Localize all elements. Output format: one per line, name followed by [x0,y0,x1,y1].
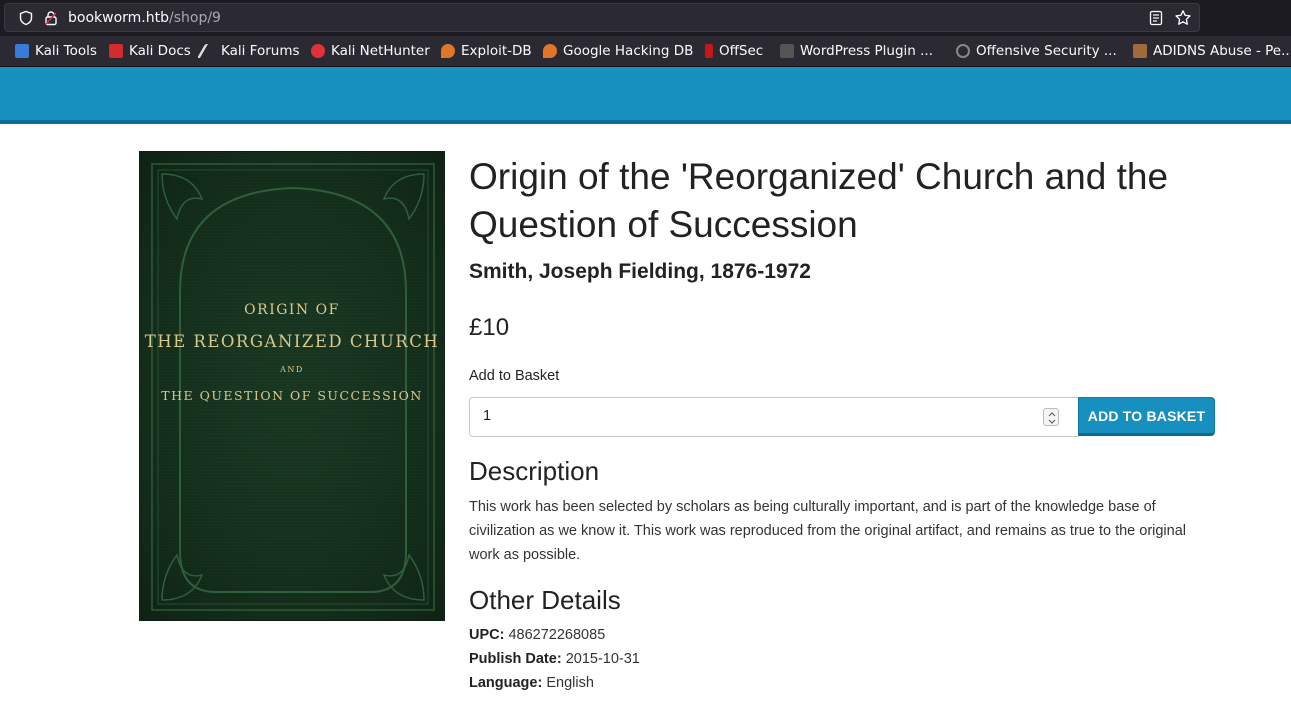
wordpress-icon [780,44,794,58]
bookmark-kali-tools[interactable]: Kali Tools [15,42,97,60]
upc-label: UPC: [469,627,505,643]
site-header [0,67,1291,124]
browser-toolbar: bookworm.htb/shop/9 [0,0,1291,36]
shield-icon[interactable] [18,10,34,26]
cover-line-2: THE REORGANIZED CHURCH [144,332,440,351]
bookmark-kali-forums[interactable]: Kali Forums [196,42,300,60]
bookmark-label: Kali Tools [35,43,97,59]
bookmark-label: OffSec [719,43,764,59]
add-to-basket-button[interactable]: ADD TO BASKET [1078,397,1215,436]
bookmark-label: Offensive Security ... [976,43,1117,59]
kali-docs-icon [109,44,123,58]
exploit-db-icon [441,44,455,58]
description-heading: Description [469,456,600,486]
bookmark-kali-nethunter[interactable]: Kali NetHunter [311,42,430,60]
cover-ornament [140,152,444,620]
publish-date-label: Publish Date: [469,651,562,667]
cover-line-1: ORIGIN OF [244,302,340,318]
address-bar[interactable]: bookworm.htb/shop/9 [4,3,1200,32]
bookmark-wordpress-plugin[interactable]: WordPress Plugin ... [780,42,933,60]
adidns-icon [1133,44,1147,58]
product-price: £10 [469,314,510,341]
bookmark-label: Kali Docs [129,43,191,59]
offsec-icon [705,44,713,58]
upc-value: 486272268085 [508,627,606,643]
url-path: /shop/9 [169,10,221,26]
ghdb-icon [543,44,557,58]
bookmark-label: Google Hacking DB [563,43,694,59]
bookmark-offensive-security[interactable]: Offensive Security ... [956,42,1117,60]
quantity-stepper[interactable] [1043,408,1059,426]
detail-language: Language: English [469,675,594,691]
bookmark-google-hacking-db[interactable]: Google Hacking DB [543,42,693,60]
bookmark-label: Kali Forums [221,43,300,59]
lock-icon[interactable] [43,10,59,26]
bookmark-star-icon[interactable] [1174,9,1192,27]
kali-forums-icon [196,44,220,58]
reader-view-icon[interactable] [1148,10,1164,26]
offensive-security-icon [956,44,970,58]
bookmarks-bar: › Kali Tools Kali Docs Kali Forums Kali … [0,36,1291,67]
language-value: English [546,675,594,691]
kali-tools-icon [15,44,29,58]
url-text[interactable]: bookworm.htb/shop/9 [68,9,221,27]
bookmark-label: ADIDNS Abuse - Pe... [1153,43,1291,59]
description-text: This work has been selected by scholars … [469,499,1186,563]
detail-upc: UPC: 486272268085 [469,627,605,643]
cover-line-4: THE QUESTION OF SUCCESSION [161,388,423,403]
bookmark-label: Exploit-DB [461,43,532,59]
detail-publish-date: Publish Date: 2015-10-31 [469,651,640,667]
kali-nethunter-icon [311,44,325,58]
bookmark-offsec[interactable]: OffSec [705,42,763,60]
bookmark-label: WordPress Plugin ... [800,43,934,59]
bookmark-adidns-abuse[interactable]: ADIDNS Abuse - Pe... [1133,42,1291,60]
book-cover-image: ORIGIN OF THE REORGANIZED CHURCH AND THE… [139,151,445,621]
quantity-input[interactable]: 1 [469,397,1079,437]
bookmark-kali-docs[interactable]: Kali Docs [109,42,191,60]
cover-line-3: AND [280,365,304,374]
add-to-basket-label: Add to Basket [469,368,560,384]
bookmark-exploit-db[interactable]: Exploit-DB [441,42,532,60]
product-title: Origin of the 'Reorganized' Church and t… [469,156,1169,245]
other-details-heading: Other Details [469,585,621,615]
product-author: Smith, Joseph Fielding, 1876-1972 [469,260,811,283]
url-host: bookworm.htb [68,10,169,26]
quantity-value: 1 [483,408,492,424]
publish-date-value: 2015-10-31 [565,651,640,667]
stepper-arrows-icon [1048,412,1056,424]
bookmark-label: Kali NetHunter [331,43,430,59]
language-label: Language: [469,675,543,691]
